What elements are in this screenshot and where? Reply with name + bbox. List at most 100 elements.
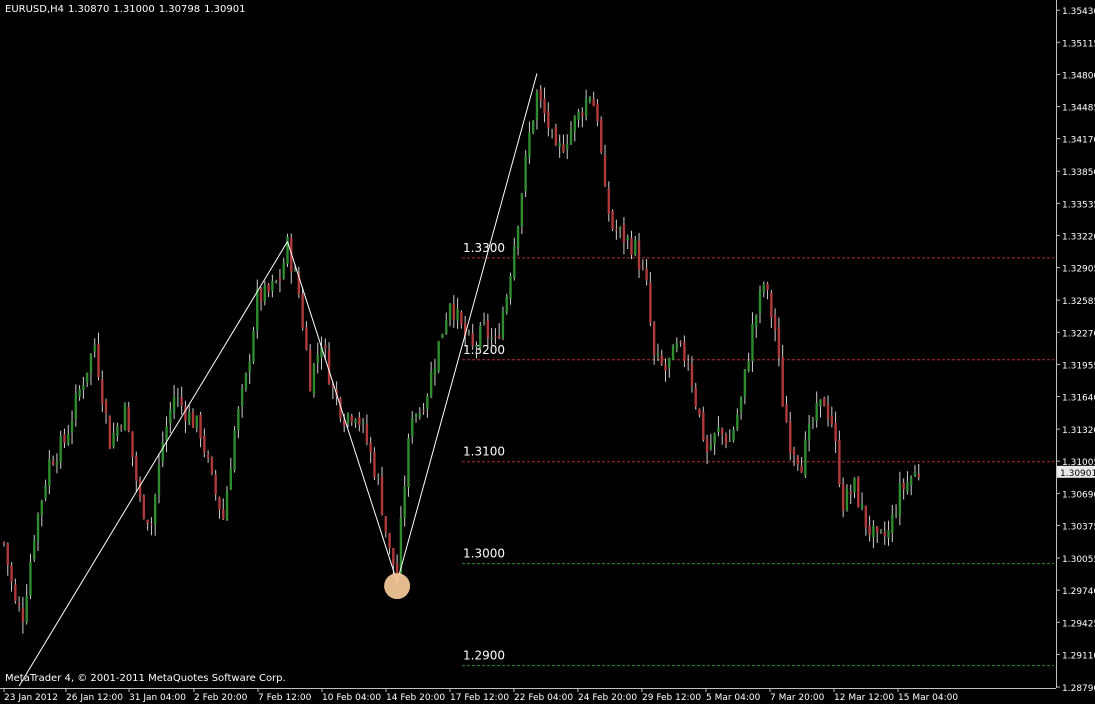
bull-candle (85, 372, 89, 383)
bear-candle (554, 126, 558, 146)
bull-candle (414, 414, 418, 418)
bear-candle (694, 387, 697, 407)
bear-candle (679, 341, 682, 343)
time-tick-label: 2 Feb 20:00 (194, 693, 248, 703)
bear-candle (384, 516, 387, 532)
bear-candle (486, 320, 490, 338)
bull-candle (165, 426, 168, 442)
bull-candle (233, 430, 236, 470)
bull-candle (237, 408, 240, 431)
bear-candle (883, 532, 886, 537)
bull-candle (732, 429, 735, 441)
bear-candle (452, 303, 456, 320)
bull-candle (713, 433, 716, 445)
bear-candle (660, 355, 663, 364)
bull-candle (426, 396, 429, 409)
bear-candle (789, 421, 792, 453)
bull-candle (411, 418, 414, 437)
bull-candle (860, 503, 864, 509)
bear-candle (214, 474, 217, 495)
bear-candle (611, 211, 614, 229)
level-label: 1.3300 (463, 241, 505, 255)
bear-candle (388, 533, 391, 549)
bull-candle (252, 330, 255, 363)
bear-candle (305, 327, 308, 350)
chart-plot[interactable]: 1.33001.32001.31001.30001.2900 1.354301.… (0, 0, 1095, 704)
bear-candle (645, 268, 648, 281)
price-tick-label: 1.29740 (1062, 587, 1095, 597)
bull-candle (225, 491, 229, 521)
level-label: 1.3100 (463, 445, 505, 459)
bull-candle (736, 414, 739, 429)
zigzag-segment (18, 241, 288, 687)
bull-candle (271, 281, 274, 291)
bear-candle (917, 474, 920, 478)
bull-candle (123, 404, 127, 431)
bull-candle (747, 361, 750, 371)
bull-candle (550, 129, 554, 131)
price-tick-label: 1.30690 (1062, 490, 1095, 500)
swing-low-marker (384, 573, 411, 600)
price-tick-label: 1.31640 (1062, 393, 1095, 403)
bear-candle (392, 548, 395, 565)
bull-candle (573, 116, 576, 132)
level-label: 1.3200 (463, 343, 505, 357)
bear-candle (792, 449, 796, 456)
bear-candle (108, 416, 112, 449)
bull-candle (879, 530, 883, 532)
price-tick-label: 1.32585 (1062, 297, 1095, 307)
time-tick-label: 12 Mar 12:00 (834, 693, 894, 703)
bull-candle (906, 482, 909, 492)
bear-candle (543, 98, 546, 114)
bear-candle (581, 112, 584, 117)
bull-candle (441, 333, 444, 338)
bear-candle (864, 505, 868, 528)
bear-candle (562, 144, 565, 152)
bull-candle (894, 514, 898, 516)
price-tick-label: 1.34485 (1062, 104, 1095, 114)
bull-candle (910, 477, 913, 486)
bear-candle (63, 434, 66, 443)
bear-candle (705, 438, 709, 453)
bear-candle (607, 188, 610, 214)
bull-candle (584, 99, 588, 117)
bear-candle (637, 240, 641, 270)
bear-candle (834, 422, 837, 442)
zigzag-segment (396, 73, 538, 583)
bull-candle (569, 129, 573, 144)
bull-candle (887, 530, 890, 538)
bull-candle (161, 442, 164, 463)
bear-candle (652, 322, 656, 356)
bear-candle (203, 435, 206, 453)
bull-candle (743, 369, 747, 397)
price-tick-label: 1.31320 (1062, 426, 1095, 436)
open-value: 1.30870 (68, 4, 110, 15)
bear-candle (180, 397, 183, 406)
time-tick-label: 23 Jan 2012 (4, 693, 58, 703)
time-tick-label: 7 Feb 12:00 (258, 693, 312, 703)
bear-candle (119, 427, 123, 429)
bull-candle (55, 461, 59, 466)
bear-candle (380, 476, 384, 515)
bear-candle (21, 608, 25, 622)
bear-candle (838, 439, 841, 485)
bull-candle (169, 409, 172, 424)
bull-candle (433, 368, 437, 376)
bull-candle (758, 290, 762, 314)
price-tick-label: 1.29425 (1062, 619, 1095, 629)
bull-candle (89, 354, 93, 374)
symbol-timeframe: EURUSD,H4 (5, 4, 65, 15)
bull-candle (626, 236, 629, 240)
bull-candle (36, 514, 40, 542)
price-tick-label: 1.33220 (1062, 232, 1095, 242)
bull-candle (634, 239, 637, 255)
bull-candle (762, 284, 765, 292)
bull-candle (29, 562, 32, 596)
bull-candle (195, 415, 198, 428)
bull-candle (505, 296, 508, 313)
bear-candle (135, 455, 138, 481)
bull-candle (668, 357, 671, 368)
bear-candle (471, 333, 474, 346)
bear-candle (146, 519, 149, 524)
chart-window[interactable]: 1.33001.32001.31001.30001.2900 1.354301.… (0, 0, 1095, 704)
